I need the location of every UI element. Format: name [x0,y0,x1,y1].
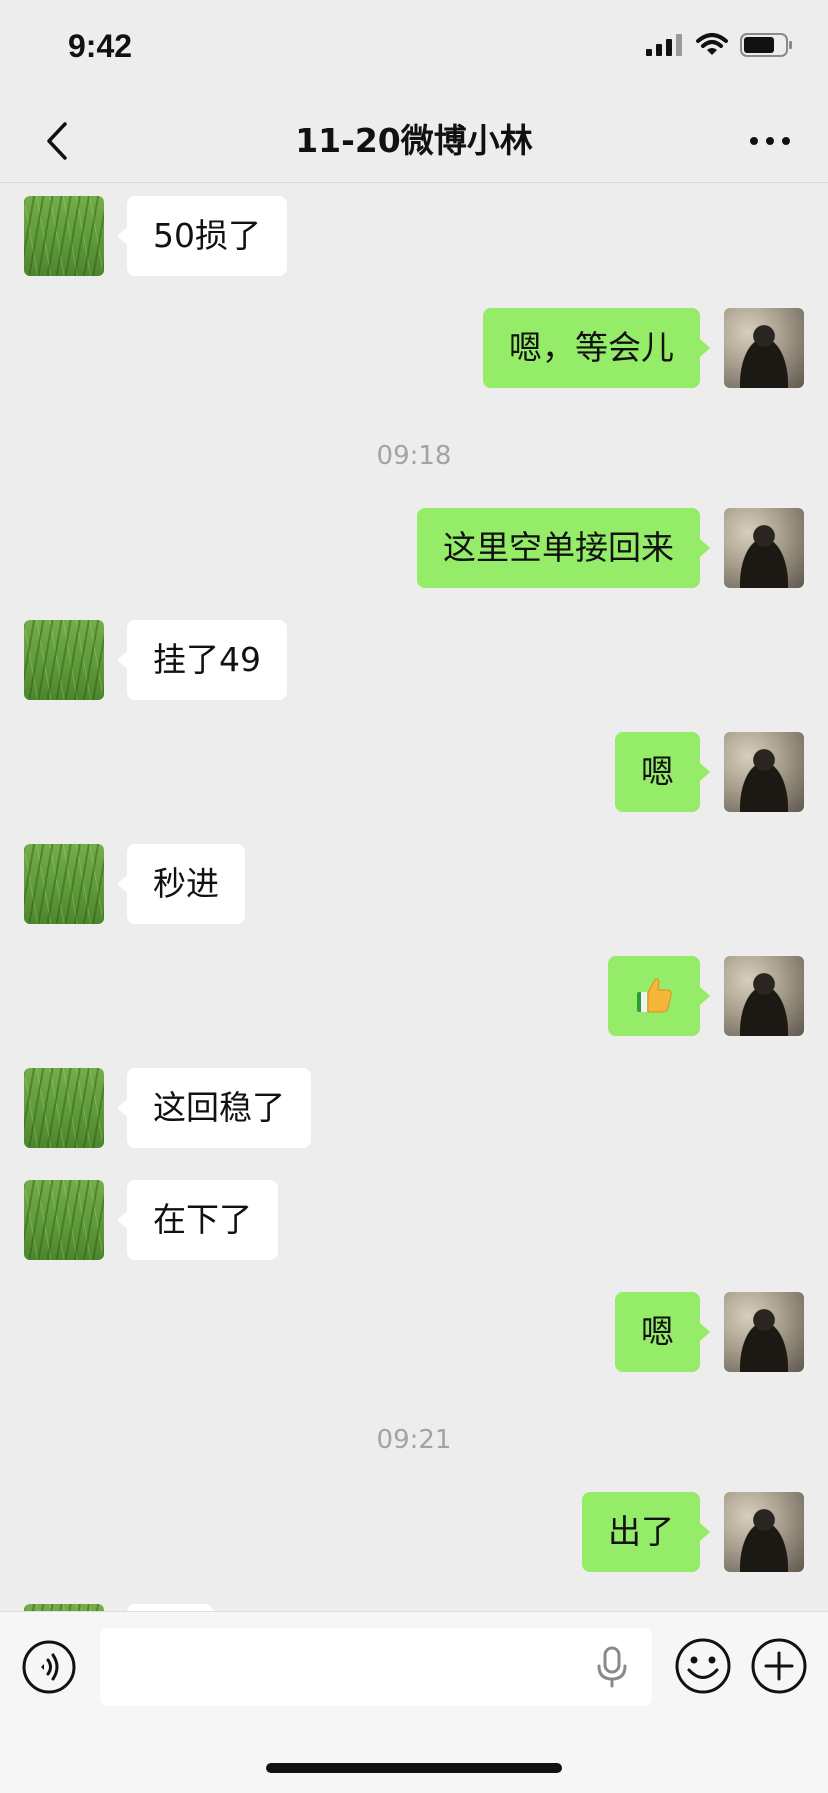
contact-avatar[interactable] [24,1180,104,1260]
back-button[interactable] [34,118,80,164]
message-incoming: 在下了 [0,1180,828,1260]
my-avatar[interactable] [724,308,804,388]
contact-avatar[interactable] [24,844,104,924]
message-outgoing: 嗯，等会儿 [0,308,828,388]
message-bubble[interactable]: 挂了49 [117,620,287,700]
status-time: 9:42 [68,28,133,64]
thumbs-up-emoji-icon [637,978,672,1012]
message-bubble[interactable]: 嗯 [615,732,710,812]
message-bubble[interactable] [127,1604,213,1611]
more-functions-button[interactable] [750,1637,808,1695]
message-outgoing: 这里空单接回来 [0,508,828,588]
microphone-icon[interactable] [592,1646,632,1688]
input-bar [0,1611,828,1793]
my-avatar[interactable] [724,732,804,812]
status-bar: 9:42 [0,0,828,100]
battery-icon [740,33,792,57]
message-bubble[interactable]: 50损了 [117,196,287,276]
message-bubble[interactable]: 嗯，等会儿 [483,308,710,388]
message-outgoing: 嗯 [0,732,828,812]
my-avatar[interactable] [724,1292,804,1372]
chat-title: 11-20微博小林 [295,121,533,160]
message-bubble[interactable]: 这回稳了 [117,1068,311,1148]
message-bubble[interactable]: 在下了 [117,1180,278,1260]
message-outgoing [0,956,828,1036]
signal-icon [646,34,682,56]
emoji-button[interactable] [674,1637,732,1695]
message-bubble[interactable]: 这里空单接回来 [417,508,710,588]
more-button[interactable] [742,118,798,164]
timestamp: 09:21 [376,1425,452,1455]
home-indicator [266,1763,562,1773]
message-incoming: 挂了49 [0,620,828,700]
chevron-left-icon [47,122,67,160]
message-input-field[interactable] [100,1628,652,1708]
chat-area[interactable]: 50损了 嗯，等会儿 09:18 这里空单接回来 挂了49 嗯 秒进 这回稳了 … [0,183,828,1611]
emoji-icon [675,1638,731,1694]
message-incoming: 秒进 [0,844,828,924]
message-bubble[interactable]: 嗯 [615,1292,710,1372]
message-outgoing: 嗯 [0,1292,828,1372]
contact-avatar[interactable] [24,620,104,700]
wifi-icon [696,33,728,55]
message-outgoing: 出了 [0,1492,828,1572]
more-dots-icon [750,137,790,145]
message-bubble[interactable]: 秒进 [117,844,245,924]
voice-mode-button[interactable] [21,1639,77,1695]
contact-avatar[interactable] [24,196,104,276]
voice-mode-icon [22,1640,76,1694]
plus-icon [751,1638,807,1694]
status-icons [646,32,794,58]
timestamp: 09:18 [376,441,452,471]
message-incoming: 这回稳了 [0,1068,828,1148]
nav-bar: 11-20微博小林 [0,100,828,183]
message-input[interactable] [116,1628,600,1708]
message-incoming-partial [0,1604,828,1611]
contact-avatar[interactable] [24,1604,104,1611]
message-incoming: 50损了 [0,196,828,276]
message-bubble[interactable]: 出了 [582,1492,710,1572]
my-avatar[interactable] [724,1492,804,1572]
message-bubble[interactable] [608,956,710,1036]
my-avatar[interactable] [724,508,804,588]
contact-avatar[interactable] [24,1068,104,1148]
my-avatar[interactable] [724,956,804,1036]
